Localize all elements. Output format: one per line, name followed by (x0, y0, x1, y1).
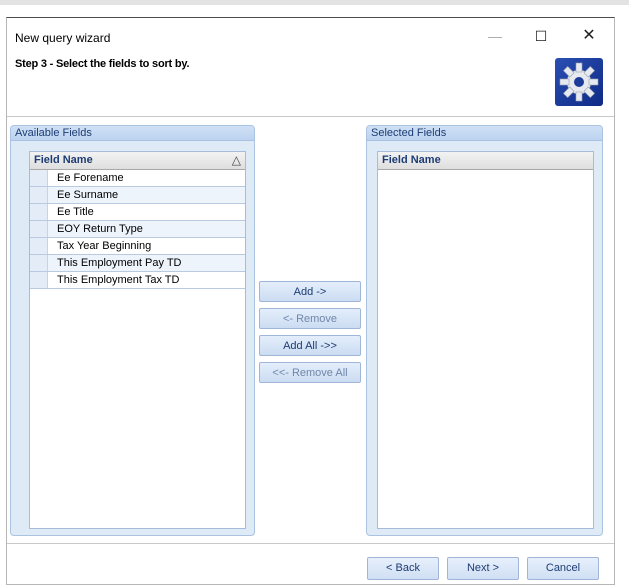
footer-divider (7, 543, 614, 544)
add-button[interactable]: Add -> (259, 281, 361, 302)
field-cell: This Employment Tax TD (57, 274, 180, 286)
field-cell: This Employment Pay TD (57, 257, 182, 269)
available-fields-title: Available Fields (11, 126, 254, 141)
row-indicator (30, 204, 48, 220)
selected-field-name-header[interactable]: Field Name (378, 152, 593, 170)
table-row[interactable]: Tax Year Beginning (30, 238, 245, 255)
next-button[interactable]: Next > (447, 557, 519, 580)
available-fields-grid[interactable]: Field Name △ Ee Forename Ee Surname Ee T… (29, 151, 246, 529)
remove-button[interactable]: <- Remove (259, 308, 361, 329)
remove-all-button[interactable]: <<- Remove All (259, 362, 361, 383)
row-indicator (30, 221, 48, 237)
available-fields-panel: Available Fields Field Name △ Ee Forenam… (10, 125, 255, 536)
field-cell: EOY Return Type (57, 223, 143, 235)
title-bar: New query wizard — ☐ ✕ (7, 18, 614, 50)
back-button[interactable]: < Back (367, 557, 439, 580)
field-cell: Ee Title (57, 206, 94, 218)
table-row[interactable]: Ee Surname (30, 187, 245, 204)
available-field-name-header[interactable]: Field Name △ (30, 152, 245, 170)
top-strip (0, 0, 629, 5)
row-indicator (30, 272, 48, 288)
maximize-icon[interactable]: ☐ (521, 24, 561, 48)
header-divider (7, 116, 614, 117)
row-indicator (30, 170, 48, 186)
add-all-button[interactable]: Add All ->> (259, 335, 361, 356)
sort-ascending-icon: △ (231, 153, 241, 167)
gear-icon (555, 58, 603, 106)
table-row[interactable]: EOY Return Type (30, 221, 245, 238)
field-cell: Ee Surname (57, 189, 119, 201)
wizard-window: New query wizard — ☐ ✕ Step 3 - Select t… (6, 17, 615, 585)
table-row[interactable]: Ee Title (30, 204, 245, 221)
selected-fields-panel: Selected Fields Field Name (366, 125, 603, 536)
minimize-icon[interactable]: — (475, 24, 515, 48)
row-indicator (30, 187, 48, 203)
cancel-button[interactable]: Cancel (527, 557, 599, 580)
step-title: Step 3 - Select the fields to sort by. (15, 58, 190, 70)
window-title: New query wizard (15, 31, 111, 45)
table-row[interactable]: This Employment Pay TD (30, 255, 245, 272)
table-row[interactable]: This Employment Tax TD (30, 272, 245, 289)
selected-column-label: Field Name (382, 154, 441, 166)
field-cell: Ee Forename (57, 172, 124, 184)
selected-fields-grid[interactable]: Field Name (377, 151, 594, 529)
selected-fields-title: Selected Fields (367, 126, 602, 141)
row-indicator (30, 255, 48, 271)
row-indicator (30, 238, 48, 254)
close-icon[interactable]: ✕ (569, 24, 609, 48)
field-cell: Tax Year Beginning (57, 240, 152, 252)
available-column-label: Field Name (34, 154, 93, 166)
table-row[interactable]: Ee Forename (30, 170, 245, 187)
